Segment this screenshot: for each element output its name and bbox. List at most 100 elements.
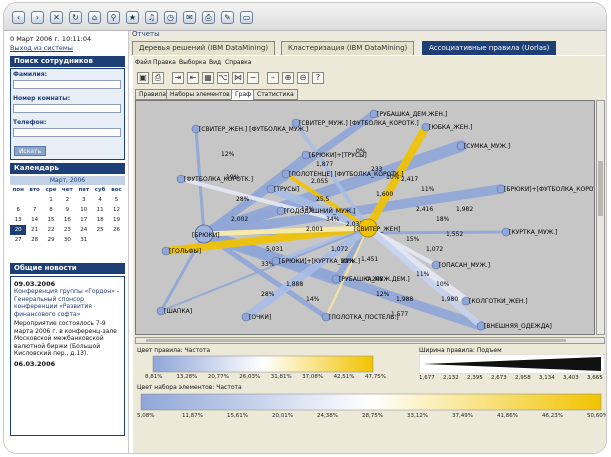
graph-horizontal-scrollbar[interactable] — [135, 337, 605, 344]
refresh-icon[interactable]: ↻ — [69, 11, 82, 24]
calendar-day — [10, 195, 26, 205]
legend-tick: 33,12% — [407, 413, 428, 419]
phone-label: Телефон: — [13, 119, 47, 126]
tab-clustering[interactable]: Кластеризация (IBM DataMining) — [281, 41, 415, 55]
edge-label: 28% — [236, 196, 250, 203]
calendar-day[interactable]: 4 — [92, 195, 108, 205]
redo-icon[interactable]: ⇥ — [172, 72, 184, 84]
print-icon[interactable]: ⎙ — [202, 11, 215, 24]
calendar-day[interactable]: 15 — [43, 215, 59, 225]
calendar-day[interactable]: 10 — [76, 205, 92, 215]
itemset-label: [ОПАСАН_МУЖ.] — [439, 262, 490, 269]
legend-tick: 20,77% — [207, 374, 229, 380]
surname-input[interactable] — [13, 80, 121, 89]
calendar-day[interactable]: 17 — [76, 215, 92, 225]
association-rules-panel: Файл Правка Выборка Вид Справка ▣ ⎙ ⇥ ⇤ ▦ ⌥ ⋈ −… — [133, 56, 606, 453]
zoom-out-icon[interactable]: ⊖ — [297, 72, 309, 84]
menu-help[interactable]: Справка — [225, 59, 251, 66]
tab-statistics[interactable]: Статистика — [253, 89, 298, 100]
dash-icon[interactable]: – — [267, 72, 279, 84]
minus-icon[interactable]: − — [247, 72, 259, 84]
save-icon[interactable]: ▣ — [137, 72, 149, 84]
tab-association-rules[interactable]: Ассоциативные правила (Uorlas) — [422, 41, 557, 55]
stop-icon[interactable]: ✕ — [50, 11, 63, 24]
calendar-weekday: пят — [78, 187, 90, 193]
calendar-day[interactable]: 20 — [10, 225, 27, 235]
vertical-scroll-thumb[interactable] — [598, 161, 603, 216]
folder-icon[interactable]: ▭ — [240, 11, 253, 24]
calendar-day[interactable]: 21 — [26, 225, 42, 235]
tab-rules[interactable]: Правила — [135, 89, 170, 100]
calendar: Март, 2006 пон вто сре чет пят суб вос 1234567… — [10, 176, 125, 245]
search-icon[interactable]: ⚲ — [107, 11, 120, 24]
horizontal-scroll-thumb[interactable] — [146, 339, 566, 342]
table-icon[interactable]: ▦ — [202, 72, 214, 84]
calendar-day[interactable]: 24 — [76, 225, 92, 235]
calendar-day[interactable]: 11 — [92, 205, 108, 215]
edit-icon[interactable]: ✎ — [221, 11, 234, 24]
report-tabs: Отчеты Деревья решений (IBM DataMining) … — [129, 30, 606, 55]
itemset-label: [ГОЛЬФЫ] — [169, 248, 201, 255]
calendar-day[interactable]: 25 — [92, 225, 108, 235]
calendar-day[interactable]: 19 — [108, 215, 124, 225]
calendar-day[interactable]: 18 — [92, 215, 108, 225]
search-button[interactable]: Искать — [14, 146, 46, 156]
menu-file[interactable]: Файл — [135, 59, 152, 66]
itemset-label: [БРЮКИ]+[КУРТКА_МУЖ.] — [279, 258, 360, 265]
calendar-day[interactable]: 28 — [26, 235, 42, 245]
menu-selection[interactable]: Выборка — [179, 59, 206, 66]
calendar-day[interactable]: 30 — [59, 235, 75, 245]
media-icon[interactable]: ♫ — [145, 11, 158, 24]
calendar-day[interactable]: 9 — [59, 205, 75, 215]
room-input[interactable] — [13, 104, 121, 113]
tab-itemsets[interactable]: Наборы элементов — [166, 89, 234, 100]
network-icon[interactable]: ⋈ — [232, 72, 244, 84]
zoom-in-icon[interactable]: ⊕ — [282, 72, 294, 84]
current-date: 0 Март 2006 г. 10:11:04 — [10, 35, 92, 43]
tab-graph[interactable]: Граф — [231, 89, 256, 100]
tree-icon[interactable]: ⌥ — [217, 72, 229, 84]
help-icon[interactable]: ? — [312, 72, 324, 84]
forward-icon[interactable]: › — [31, 11, 44, 24]
calendar-week: 27 28 29 30 31 — [10, 235, 125, 245]
phone-input[interactable] — [13, 128, 121, 137]
news-item2-date: 06.03.2006 — [14, 359, 56, 368]
rules-graph-canvas[interactable]: 12%1,87719%2,05525,50%23310% 2,41711%2,41… — [136, 101, 595, 335]
calendar-day[interactable]: 16 — [59, 215, 75, 225]
calendar-day[interactable]: 14 — [26, 215, 42, 225]
calendar-day[interactable]: 27 — [10, 235, 26, 245]
rules-graph[interactable]: 12% 1,877 19% 2,055 25,5 0% 233 10% 2,417 11% 2,41… — [135, 100, 595, 335]
calendar-day[interactable]: 12 — [108, 205, 124, 215]
logout-link[interactable]: Выход из системы — [10, 44, 73, 52]
graph-vertical-scrollbar[interactable] — [596, 100, 605, 335]
calendar-day[interactable]: 23 — [59, 225, 75, 235]
legend-tick: 13,28% — [176, 374, 198, 380]
home-icon[interactable]: ⌂ — [88, 11, 101, 24]
calendar-day[interactable]: 8 — [43, 205, 59, 215]
history-icon[interactable]: ◷ — [164, 11, 177, 24]
legend-tick: 5,08% — [137, 413, 155, 419]
calendar-day[interactable]: 29 — [43, 235, 59, 245]
calendar-day[interactable]: 22 — [43, 225, 59, 235]
print-icon[interactable]: ⎙ — [152, 72, 164, 84]
calendar-month-nav[interactable]: Март, 2006 — [10, 176, 125, 185]
calendar-day[interactable]: 7 — [26, 205, 42, 215]
tab-decision-trees[interactable]: Деревья решений (IBM DataMining) — [132, 41, 276, 55]
menu-view[interactable]: Вид — [209, 59, 221, 66]
calendar-day[interactable]: 1 — [43, 195, 59, 205]
undo-icon[interactable]: ⇤ — [187, 72, 199, 84]
back-icon[interactable]: ‹ — [12, 11, 25, 24]
menu-edit[interactable]: Правка — [153, 59, 176, 66]
calendar-day[interactable]: 2 — [59, 195, 75, 205]
calendar-day[interactable]: 13 — [10, 215, 26, 225]
favorites-icon[interactable]: ★ — [126, 11, 139, 24]
news-item1-text[interactable]: Конференция группы «Гордон» - Генеральны… — [14, 288, 121, 318]
calendar-week: 13 14 15 16 17 18 19 — [10, 215, 125, 225]
calendar-day[interactable]: 26 — [108, 225, 124, 235]
calendar-day[interactable]: 5 — [108, 195, 124, 205]
calendar-day[interactable]: 6 — [10, 205, 26, 215]
calendar-day[interactable]: 3 — [76, 195, 92, 205]
calendar-day[interactable]: 31 — [76, 235, 92, 245]
legend-tick: 31,81% — [270, 374, 292, 380]
mail-icon[interactable]: ✉ — [183, 11, 196, 24]
